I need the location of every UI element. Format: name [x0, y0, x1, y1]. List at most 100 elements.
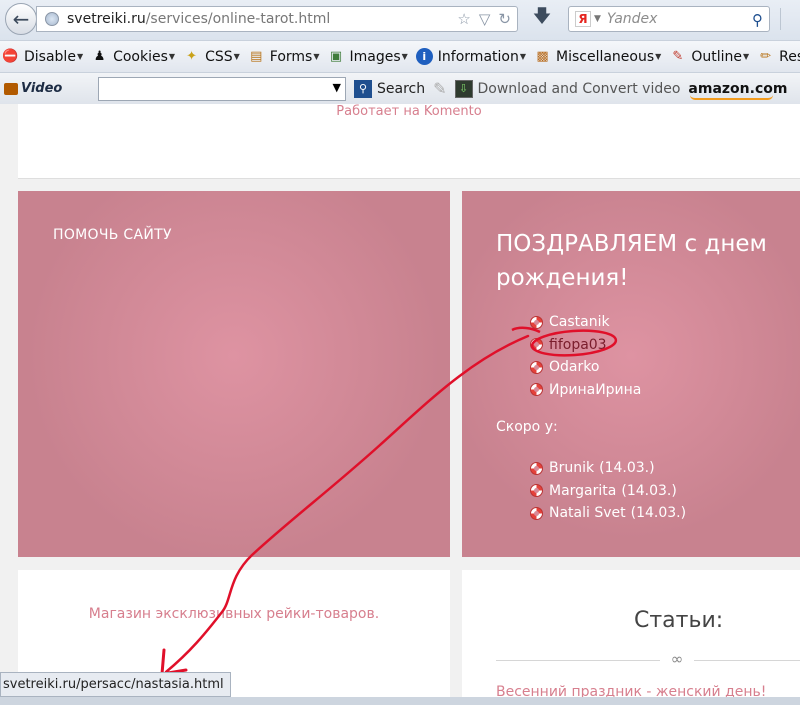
lifebuoy-icon	[530, 461, 543, 475]
help-widget-title: ПОМОЧЬ САЙТУ	[53, 227, 172, 243]
help-site-widget: ПОМОЧЬ САЙТУ	[18, 191, 450, 557]
list-item: Margarita (14.03.)	[530, 480, 686, 503]
history-dropdown-icon[interactable]: ▽	[479, 10, 491, 28]
user-link[interactable]: Brunik	[549, 460, 594, 476]
toolbar-label: Information	[437, 48, 519, 65]
lifebuoy-icon	[530, 360, 543, 374]
information-icon: i	[415, 48, 433, 65]
user-link[interactable]: Castanik	[549, 314, 610, 330]
birthday-date: (14.03.)	[630, 505, 687, 522]
toolbar-label: Miscellaneous	[556, 48, 655, 65]
eraser-icon: ✎	[433, 79, 447, 98]
toolbar-label: CSS	[205, 48, 233, 65]
images-icon: ▣	[329, 49, 343, 64]
miscellaneous-icon: ▩	[536, 49, 549, 64]
birthday-widget: ПОЗДРАВЛЯЕМ с днем рождения! Castanik fi…	[462, 191, 800, 557]
video-search-label: Search	[377, 80, 426, 97]
toolbar-label: Outline	[691, 48, 742, 65]
back-arrow-icon: ←	[12, 7, 30, 31]
video-logo: Video	[4, 80, 64, 98]
downloads-button[interactable]: 🡇	[528, 6, 556, 30]
download-convert-button[interactable]: ⇩ Download and Convert video	[454, 79, 681, 98]
search-engine-caret-icon[interactable]: ▼	[594, 14, 601, 24]
toolbar-item-images[interactable]: ▣ Images ▼	[326, 48, 414, 65]
amazon-label: amazon.com	[688, 80, 788, 97]
toolbar-item-disable[interactable]: ⛔ Disable ▼	[0, 48, 89, 65]
list-item: fifopa03	[530, 334, 641, 357]
page-content: Работает на Komento ПОМОЧЬ САЙТУ ПОЗДРАВ…	[0, 104, 800, 705]
reload-icon[interactable]: ↻	[498, 10, 511, 28]
download-convert-icon: ⇩	[454, 79, 473, 98]
shop-link[interactable]: Магазин эксклюзивных рейки-товаров.	[18, 606, 450, 622]
url-domain: svetreiki.ru	[67, 11, 146, 27]
yandex-logo-icon[interactable]: Я	[575, 11, 591, 27]
outline-icon: ✎	[672, 49, 684, 64]
toolbar-item-css[interactable]: ✦ CSS ▼	[181, 48, 246, 65]
cookies-icon: ♟	[93, 49, 106, 64]
toolbar-item-cookies[interactable]: ♟ Cookies ▼	[89, 48, 181, 65]
list-item: Brunik (14.03.)	[530, 457, 686, 480]
articles-title: Статьи:	[634, 608, 724, 633]
user-link[interactable]: Odarko	[549, 359, 599, 375]
user-link[interactable]: Margarita	[549, 483, 616, 499]
amazon-button[interactable]: amazon.com	[688, 80, 788, 100]
video-search-button[interactable]: ⚲ Search	[354, 79, 426, 98]
video-search-input[interactable]: ▼	[98, 76, 346, 101]
list-item: Natali Svet (14.03.)	[530, 502, 686, 525]
download-arrow-icon: 🡇	[532, 6, 552, 27]
komento-link[interactable]: Работает на Komento	[18, 104, 800, 119]
chevron-down-icon[interactable]: ▼	[333, 81, 341, 94]
toolbar-label: Disable	[24, 48, 76, 65]
web-developer-toolbar: ⛔ Disable ▼ ♟ Cookies ▼ ✦ CSS ▼ ▤ Forms ▼ ▣ …	[0, 40, 800, 72]
search-bar[interactable]: Я ▼ Yandex ⚲	[568, 6, 770, 32]
navigation-toolbar: ← svetreiki.ru/services/online-tarot.htm…	[0, 0, 800, 40]
search-placeholder: Yandex	[606, 11, 658, 27]
lifebuoy-icon	[530, 383, 543, 397]
list-item: Odarko	[530, 356, 641, 379]
user-link[interactable]: ИринаИрина	[549, 382, 641, 398]
overflow-menu-button[interactable]	[780, 8, 800, 30]
eraser-button[interactable]: ✎	[433, 79, 446, 98]
css-icon: ✦	[186, 49, 198, 64]
lifebuoy-icon	[530, 338, 543, 352]
download-convert-label: Download and Convert video	[477, 80, 681, 97]
toolbar-label: Images	[349, 48, 401, 65]
toolbar-item-miscellaneous[interactable]: ▩ Miscellaneous ▼	[532, 48, 667, 65]
status-bar: svetreiki.ru/persacc/nastasia.html	[0, 672, 231, 697]
back-button[interactable]: ←	[5, 3, 37, 35]
disable-icon: ⛔	[2, 49, 19, 64]
search-icon: ⚲	[354, 79, 372, 98]
upcoming-birthday-list: Brunik (14.03.) Margarita (14.03.) Natali …	[530, 457, 686, 525]
resize-icon: ✏	[760, 49, 772, 64]
video-camera-icon	[4, 82, 18, 95]
list-item: Castanik	[530, 311, 641, 334]
toolbar-label: Forms	[269, 48, 313, 65]
birthday-title: ПОЗДРАВЛЯЕМ с днем рождения!	[496, 231, 767, 291]
toolbar-item-resize[interactable]: ✏ Res	[755, 48, 800, 65]
toolbar-label: Cookies	[113, 48, 168, 65]
list-item: ИринаИрина	[530, 379, 641, 402]
window-bottom-edge	[0, 697, 800, 705]
toolbar-label: Res	[779, 48, 800, 65]
toolbar-item-outline[interactable]: ✎ Outline ▼	[667, 48, 755, 65]
video-logo-text: Video	[21, 81, 63, 96]
soon-label: Скоро у:	[496, 419, 558, 435]
birthday-date: (14.03.)	[599, 460, 655, 477]
video-toolbar: Video ▼ ⚲ Search ✎ ⇩ Download and Conver…	[0, 72, 800, 104]
address-bar[interactable]: svetreiki.ru/services/online-tarot.html …	[36, 6, 518, 32]
birthday-list: Castanik fifopa03 Odarko ИринаИрина	[530, 311, 641, 401]
birthday-date: (14.03.)	[621, 482, 677, 499]
toolbar-item-forms[interactable]: ▤ Forms ▼	[246, 48, 326, 65]
comments-footer: Работает на Komento	[18, 104, 800, 179]
user-link[interactable]: Natali Svet	[549, 505, 626, 521]
status-url: svetreiki.ru/persacc/nastasia.html	[3, 677, 224, 692]
toolbar-item-information[interactable]: i Information ▼	[414, 48, 532, 65]
flourish-icon: ∞	[660, 651, 694, 667]
lifebuoy-icon	[530, 484, 543, 498]
globe-icon	[45, 12, 59, 26]
url-path: /services/online-tarot.html	[145, 11, 331, 27]
bookmark-star-icon[interactable]: ☆	[457, 10, 470, 28]
user-link-hovered[interactable]: fifopa03	[549, 337, 607, 353]
lifebuoy-icon	[530, 315, 543, 329]
search-icon[interactable]: ⚲	[752, 11, 763, 29]
